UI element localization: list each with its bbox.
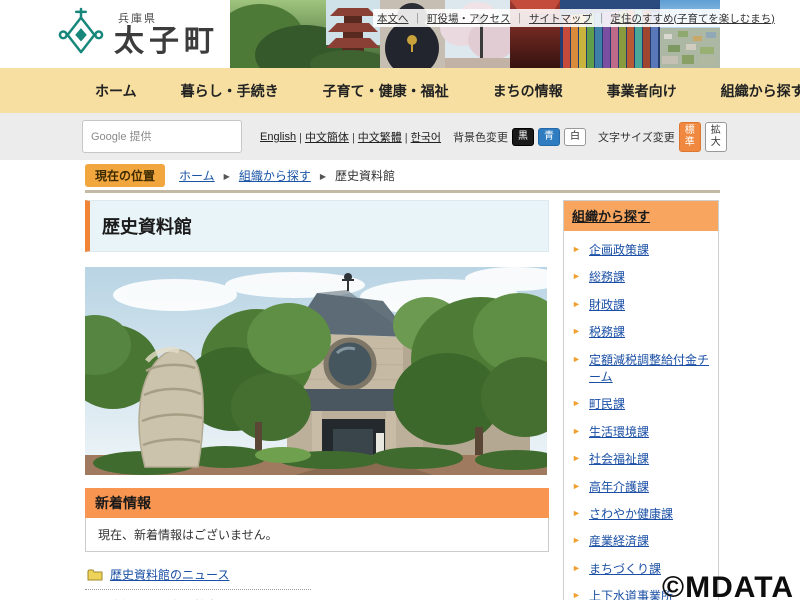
sidebar-item-health: さわやか健康課 (572, 501, 712, 528)
site-header: 兵庫県 太子町 本文へ ｜ 町役場・アクセス ｜ サイトマップ ｜ 定住のすすめ… (0, 0, 800, 68)
breadcrumb-home[interactable]: ホーム (179, 167, 215, 184)
news-empty-message: 現在、新着情報はございません。 (85, 518, 549, 552)
arrow-icon (572, 534, 581, 547)
list-item: 歴史資料館のニュース (85, 559, 311, 590)
lang-chinese-simplified[interactable]: 中文簡体 (296, 129, 349, 145)
organization-sidebar: 組織から探す 企画政策課 総務課 財政課 税務課 定額減税調整給付金チーム 町民… (563, 200, 719, 600)
lang-chinese-traditional[interactable]: 中文繁體 (349, 129, 402, 145)
link-sitemap[interactable]: サイトマップ (510, 11, 592, 26)
arrow-icon (572, 325, 581, 338)
museum-building-photo (85, 267, 547, 475)
page-title-box: 歴史資料館 (85, 200, 549, 252)
arrow-icon (572, 270, 581, 283)
sidebar-item-living-environment: 生活環境課 (572, 419, 712, 446)
arrow-icon (572, 507, 581, 520)
arrow-icon (572, 425, 581, 438)
watermark: ©MDATA (662, 571, 794, 600)
category-links: 歴史資料館のニュース 常設展（現在休館中） 企画展（情報ギャラリー展示） (85, 559, 549, 600)
breadcrumb-arrow-icon (311, 166, 335, 184)
town-emblem-icon (58, 5, 104, 62)
header-utility-links: 本文へ 町役場・アクセス サイトマップ 定住のすすめ(子育てを楽しむまち) (373, 9, 775, 27)
search-input[interactable] (82, 120, 242, 153)
arrow-icon (572, 480, 581, 493)
bg-white-button[interactable]: 白 (564, 127, 587, 146)
arrow-icon (572, 298, 581, 311)
sidebar-item-planning: 企画政策課 (572, 237, 712, 264)
sidebar-item-general-affairs: 総務課 (572, 264, 712, 291)
logo-text: 兵庫県 太子町 (114, 10, 219, 58)
breadcrumb-organization[interactable]: 組織から探す (239, 167, 311, 184)
sidebar-item-industry-economy: 産業経済課 (572, 528, 712, 555)
lang-english[interactable]: English (260, 131, 296, 143)
page: 兵庫県 太子町 本文へ ｜ 町役場・アクセス ｜ サイトマップ ｜ 定住のすすめ… (0, 0, 800, 600)
sidebar-list: 企画政策課 総務課 財政課 税務課 定額減税調整給付金チーム 町民課 生活環境課… (564, 231, 718, 600)
sidebar-title-link[interactable]: 組織から探す (572, 209, 650, 224)
breadcrumb-arrow-icon (215, 166, 239, 184)
arrow-icon (572, 353, 581, 366)
breadcrumb: 現在の位置 ホーム 組織から探す 歴史資料館 (0, 160, 800, 190)
link-to-main-content[interactable]: 本文へ (377, 11, 409, 26)
page-title: 歴史資料館 (102, 217, 192, 237)
bg-black-button[interactable]: 黒 (512, 127, 535, 146)
main-column: 歴史資料館 新着情報 現在、新着情報はございません。 歴史資料館のニュース (85, 200, 549, 600)
nav-town-info[interactable]: まちの情報 (493, 81, 563, 101)
sidebar-item-residents: 町民課 (572, 391, 712, 418)
folder-icon (87, 569, 103, 581)
font-enlarge-button[interactable]: 拡大 (704, 121, 727, 152)
arrow-icon (572, 589, 581, 600)
bg-blue-button[interactable]: 青 (538, 127, 561, 146)
content-area: 歴史資料館 新着情報 現在、新着情報はございません。 歴史資料館のニュース 組織… (0, 193, 800, 600)
link-museum-news[interactable]: 歴史資料館のニュース (110, 566, 229, 583)
arrow-icon (572, 243, 581, 256)
toolbar: English 中文簡体 中文繁體 한국어 背景色変更 黒 青 白 文字サイズ変… (0, 113, 800, 160)
arrow-icon (572, 452, 581, 465)
font-standard-button[interactable]: 標準 (678, 121, 701, 152)
sidebar-item-finance: 財政課 (572, 292, 712, 319)
nav-business[interactable]: 事業者向け (607, 81, 677, 101)
nav-by-organization[interactable]: 組織から探す (721, 81, 800, 101)
sidebar-item-tax: 税務課 (572, 319, 712, 346)
news-section: 新着情報 現在、新着情報はございません。 (85, 488, 549, 552)
sidebar-item-social-welfare: 社会福祉課 (572, 446, 712, 473)
list-item: 常設展（現在休館中） (85, 590, 311, 600)
sidebar-item-elderly-care: 高年介護課 (572, 474, 712, 501)
language-links: English 中文簡体 中文繁體 한국어 (260, 129, 441, 145)
font-size-label: 文字サイズ変更 (598, 131, 675, 144)
sidebar-item-tax-adjustment-team: 定額減税調整給付金チーム (572, 347, 712, 392)
main-nav: ホーム 暮らし・手続き 子育て・健康・福祉 まちの情報 事業者向け 組織から探す (0, 68, 800, 113)
link-settlement-guide[interactable]: 定住のすすめ(子育てを楽しむまち) (592, 11, 774, 26)
nav-childcare-health-welfare[interactable]: 子育て・健康・福祉 (323, 81, 449, 101)
nav-home[interactable]: ホーム (95, 81, 137, 101)
nav-living-procedures[interactable]: 暮らし・手続き (181, 81, 279, 101)
news-section-title: 新着情報 (85, 488, 549, 518)
town-name: 太子町 (114, 24, 219, 58)
bg-color-label: 背景色変更 (453, 131, 509, 144)
lang-korean[interactable]: 한국어 (402, 129, 441, 145)
link-town-hall-access[interactable]: 町役場・アクセス (409, 11, 510, 26)
current-location-badge: 現在の位置 (85, 163, 166, 187)
arrow-icon (572, 562, 581, 575)
sidebar-header: 組織から探す (564, 201, 718, 231)
prefecture-name: 兵庫県 (118, 12, 157, 25)
breadcrumb-current-page: 歴史資料館 (334, 168, 395, 183)
site-logo[interactable]: 兵庫県 太子町 (58, 5, 219, 62)
arrow-icon (572, 397, 581, 410)
